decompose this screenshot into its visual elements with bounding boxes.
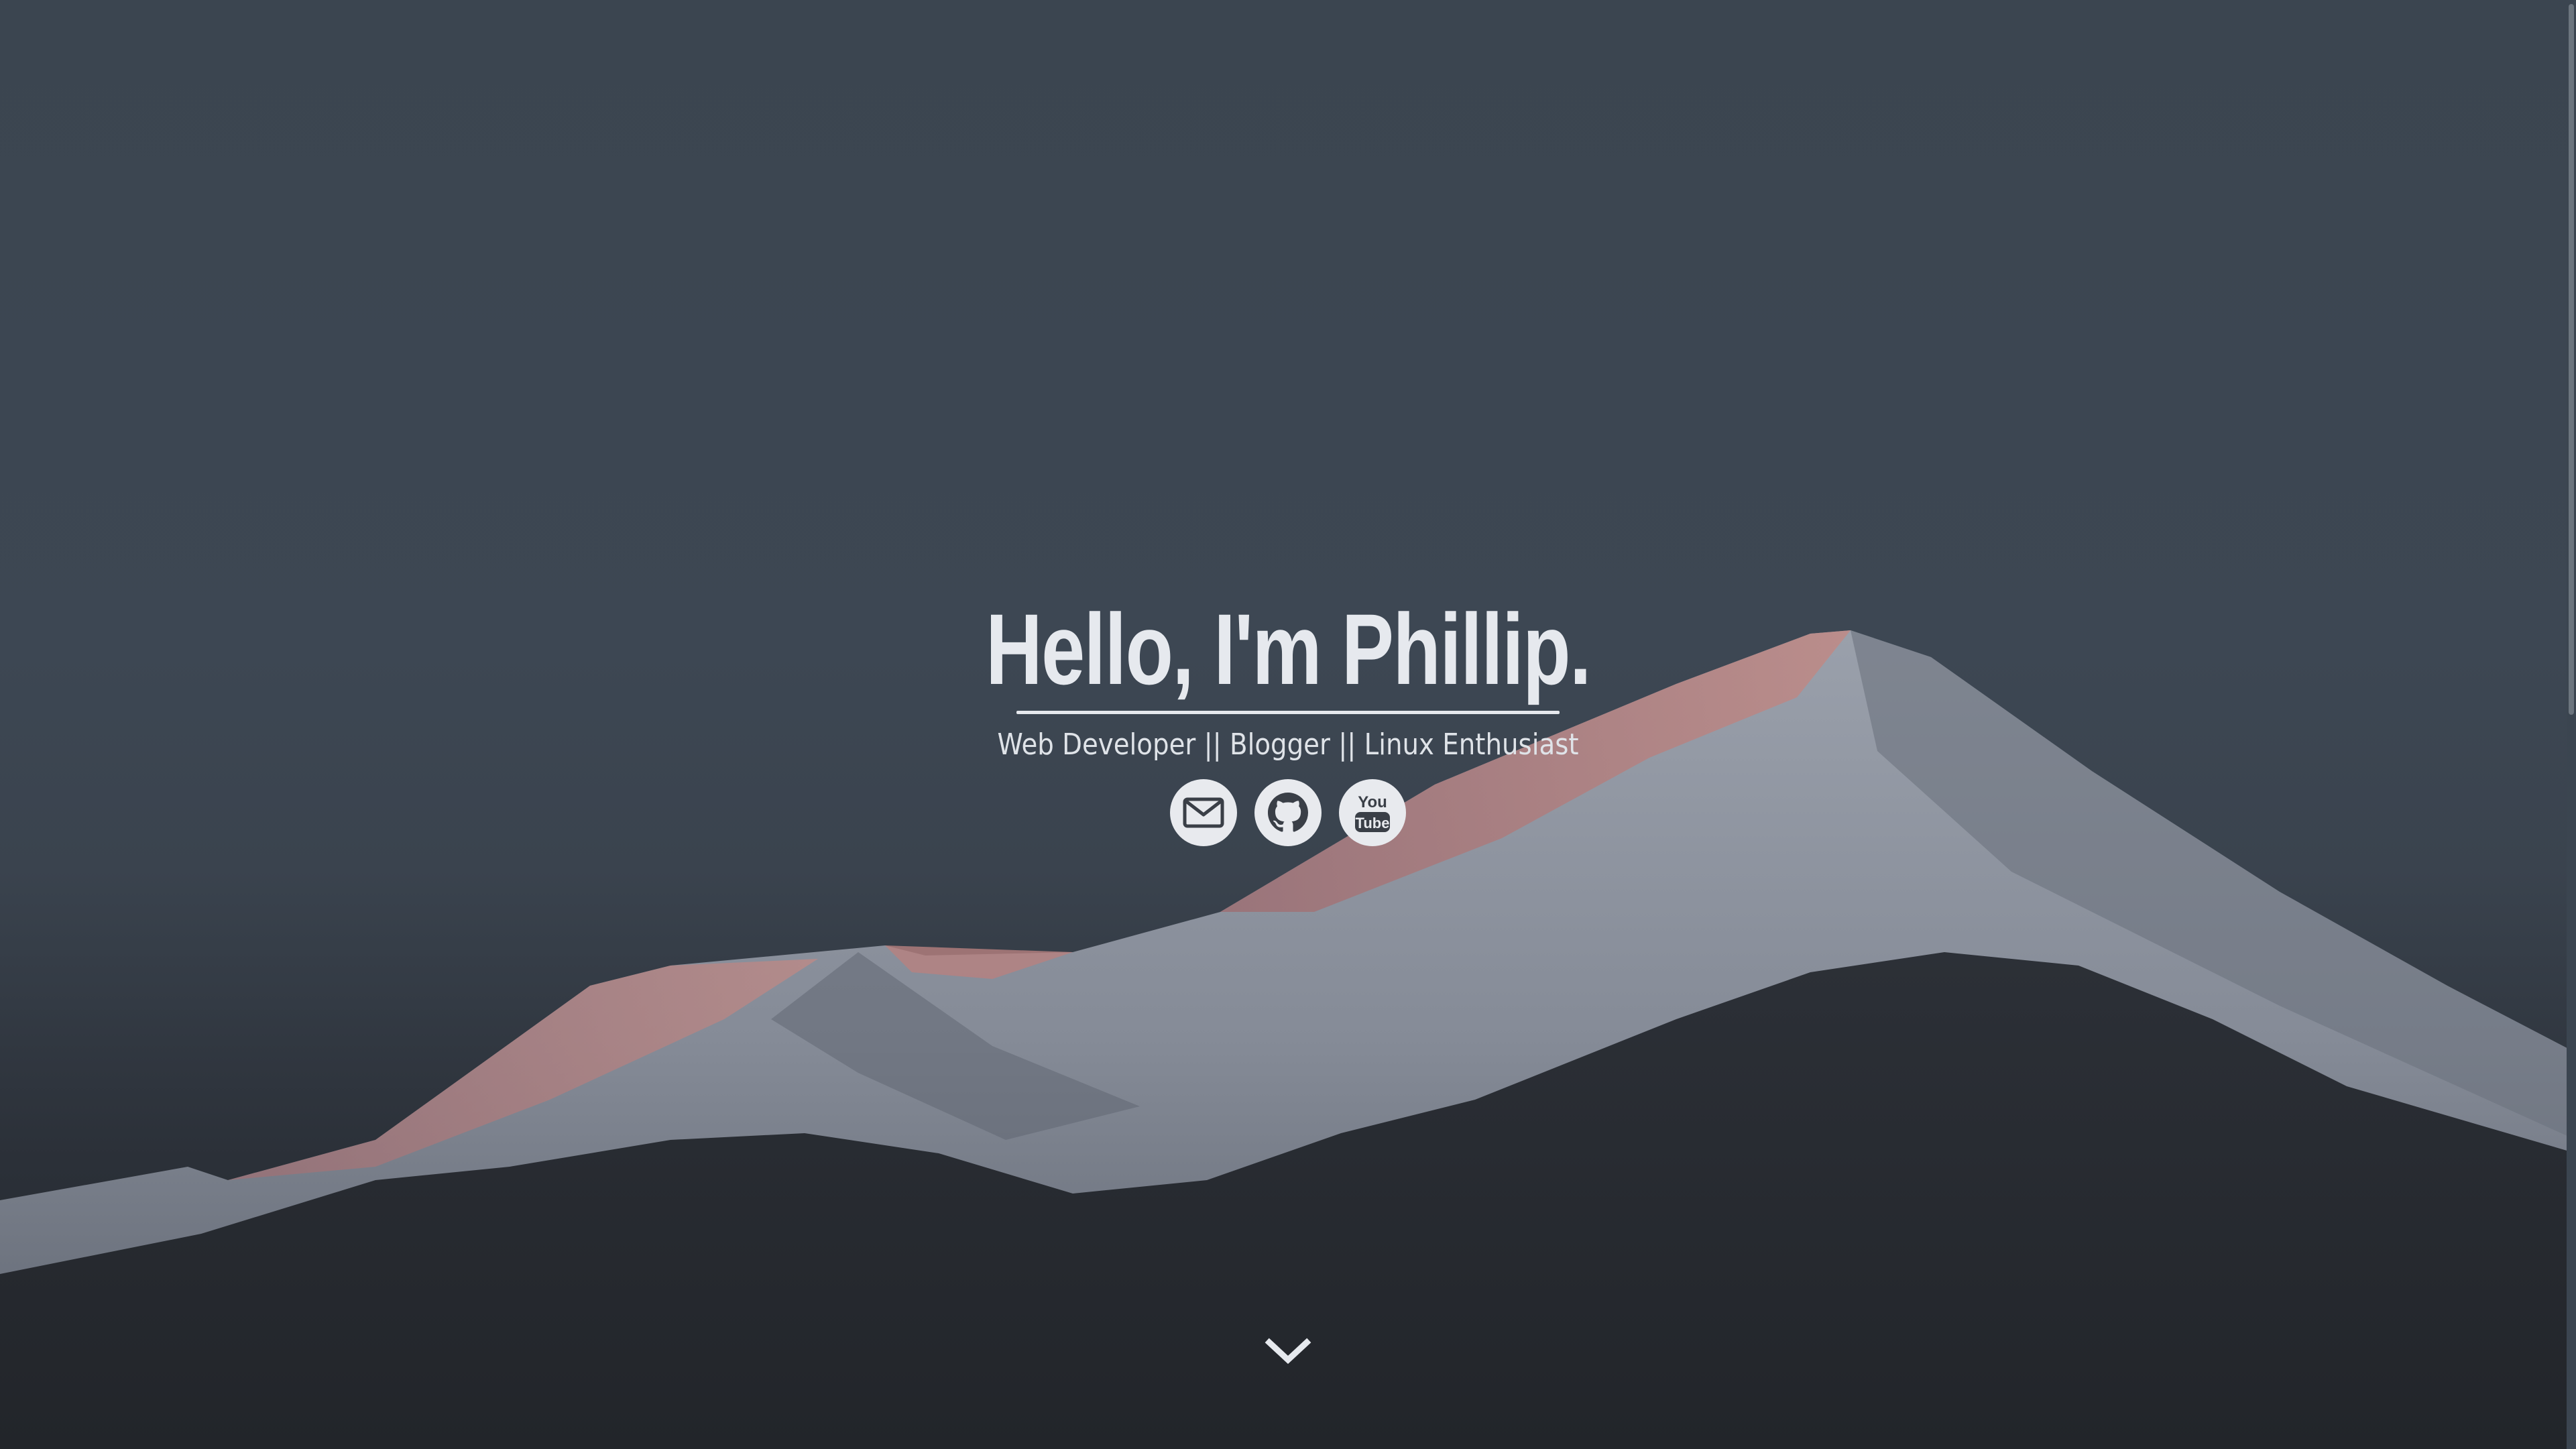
youtube-link[interactable]: You Tube [1339, 778, 1406, 846]
svg-text:You: You [1358, 793, 1387, 811]
github-icon [1268, 792, 1308, 832]
mail-icon [1183, 797, 1224, 827]
hero-content: Hello, I'm Phillip. Web Developer || Blo… [0, 593, 2576, 846]
scroll-down-button[interactable] [1261, 1334, 1315, 1368]
vertical-scrollbar[interactable] [2567, 0, 2576, 1449]
email-link[interactable] [1170, 778, 1237, 846]
youtube-icon: You Tube [1355, 793, 1390, 832]
scrollbar-thumb[interactable] [2569, 4, 2574, 715]
title-underline [1016, 710, 1560, 714]
chevron-down-icon [1265, 1338, 1311, 1365]
github-link[interactable] [1254, 778, 1322, 846]
page-title: Hello, I'm Phillip. [986, 593, 1591, 705]
page-subtitle: Web Developer || Blogger || Linux Enthus… [997, 727, 1579, 762]
social-links: You Tube [0, 778, 2576, 846]
hero-section: Hello, I'm Phillip. Web Developer || Blo… [0, 0, 2576, 1449]
svg-text:Tube: Tube [1356, 815, 1390, 831]
